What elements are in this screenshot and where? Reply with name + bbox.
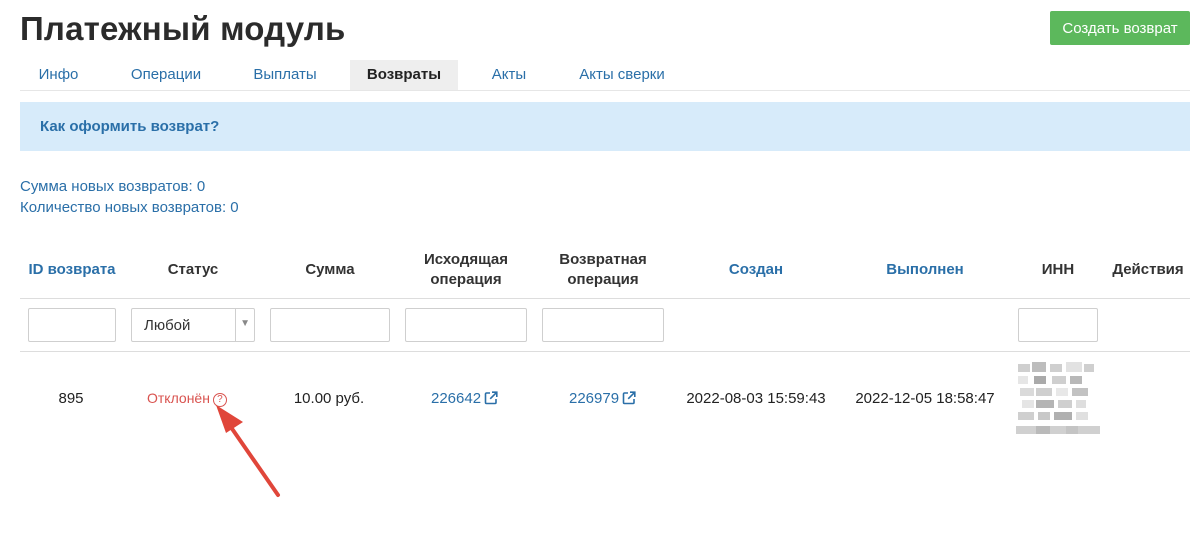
info-box: Как оформить возврат? — [20, 102, 1190, 151]
cell-done: 2022-12-05 18:58:47 — [855, 390, 995, 407]
filter-inn-input[interactable] — [1018, 308, 1098, 342]
tab-payouts[interactable]: Выплаты — [234, 60, 336, 90]
tab-bar: Инфо Операции Выплаты Возвраты Акты Акты… — [20, 60, 1190, 91]
header-return-operation-line1: Возвратная — [559, 251, 647, 268]
page-title: Платежный модуль — [20, 10, 346, 47]
external-link-icon — [622, 391, 636, 405]
filter-id-input[interactable] — [28, 308, 116, 342]
new-returns-count: Количество новых возвратов: 0 — [20, 199, 239, 216]
source-operation-link[interactable]: 226642 — [431, 390, 498, 407]
return-operation-id: 226979 — [569, 390, 620, 407]
filter-status-select[interactable]: Любой ▼ — [131, 308, 255, 342]
return-operation-link[interactable]: 226979 — [569, 390, 636, 407]
how-to-return-link[interactable]: Как оформить возврат? — [40, 118, 219, 135]
header-created[interactable]: Создан — [676, 260, 836, 280]
row-divider — [20, 351, 1190, 352]
cell-created: 2022-08-03 15:59:43 — [686, 390, 826, 407]
tab-returns[interactable]: Возвраты — [350, 60, 458, 90]
tab-acts[interactable]: Акты — [473, 60, 545, 90]
header-amount: Сумма — [305, 261, 355, 278]
tab-reconciliation-acts[interactable]: Акты сверки — [560, 60, 684, 90]
header-status: Статус — [167, 261, 219, 278]
header-return-operation-line2: операция — [567, 271, 639, 288]
tab-operations[interactable]: Операции — [112, 60, 220, 90]
create-return-button[interactable]: Создать возврат — [1050, 11, 1190, 45]
header-source-operation-line2: операция — [430, 271, 502, 288]
tab-info[interactable]: Инфо — [20, 60, 97, 90]
source-operation-id: 226642 — [431, 390, 482, 407]
filter-return-operation-input[interactable] — [542, 308, 664, 342]
cell-id: 895 — [58, 390, 84, 407]
new-returns-sum: Сумма новых возвратов: 0 — [20, 178, 206, 195]
header-source-operation-line1: Исходящая — [423, 251, 509, 268]
header-id[interactable]: ID возврата — [20, 260, 124, 280]
filter-status-value: Любой — [144, 317, 191, 334]
filter-source-operation-input[interactable] — [405, 308, 527, 342]
header-done[interactable]: Выполнен — [845, 260, 1005, 280]
header-actions: Действия — [1112, 261, 1184, 278]
select-separator — [235, 309, 236, 341]
header-return-operation: Возвратная операция — [542, 250, 664, 290]
header-source-operation: Исходящая операция — [405, 250, 527, 290]
external-link-icon — [484, 391, 498, 405]
filter-amount-input[interactable] — [270, 308, 390, 342]
inn-redacted — [1016, 362, 1100, 434]
header-divider — [20, 298, 1190, 299]
caret-down-icon: ▼ — [240, 318, 250, 329]
header-inn: ИНН — [1041, 261, 1075, 278]
annotation-arrow — [216, 405, 280, 497]
